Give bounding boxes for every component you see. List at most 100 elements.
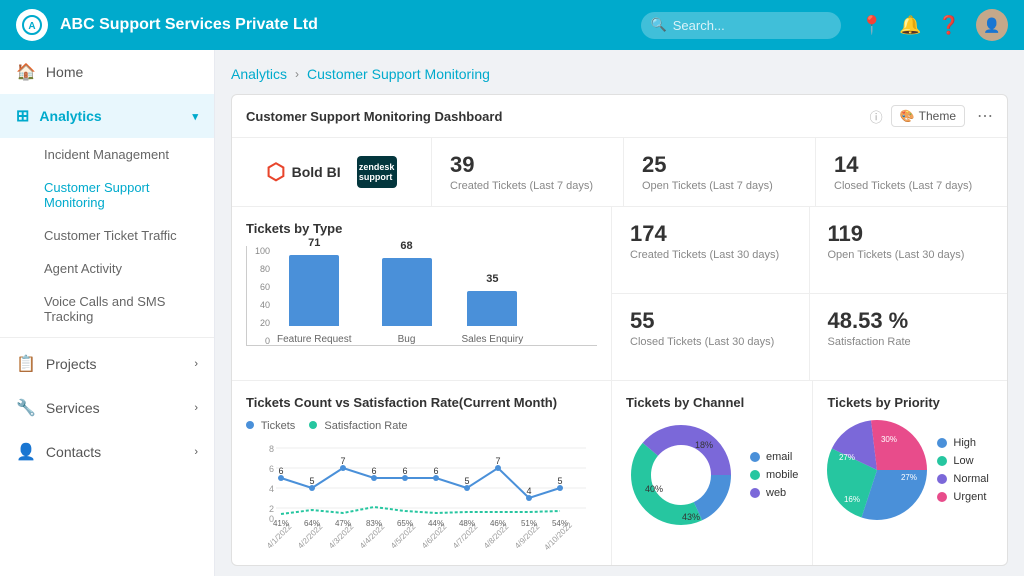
bar-label-sales: Sales Enquiry [462, 334, 524, 345]
bar-chart-area: Tickets by Type 100 80 60 40 20 0 [232, 207, 612, 380]
panel-title: Customer Support Monitoring Dashboard [246, 109, 862, 124]
sidebar-item-contacts[interactable]: 👤 Contacts › [0, 430, 214, 474]
stat-closed-30: 55 Closed Tickets (Last 30 days) [612, 294, 810, 380]
stat-number: 39 [450, 152, 605, 178]
panel-header: Customer Support Monitoring Dashboard ⓘ … [232, 95, 1007, 138]
chevron-right-icon3: › [194, 446, 198, 458]
line-chart-svg: 8 6 4 2 0 [246, 438, 591, 548]
bar-group-sales: 35 Sales Enquiry [462, 291, 524, 345]
svg-text:6: 6 [269, 464, 274, 474]
stat-created-7: 39 Created Tickets (Last 7 days) [432, 138, 624, 206]
svg-text:5: 5 [309, 476, 314, 486]
sidebar-item-incident[interactable]: Incident Management [44, 138, 214, 171]
bar-label-feature: Feature Request [277, 334, 352, 345]
svg-text:4: 4 [526, 486, 531, 496]
search-icon: 🔍 [651, 17, 667, 33]
svg-text:5: 5 [557, 476, 562, 486]
sidebar-item-csm[interactable]: Customer Support Monitoring [44, 171, 214, 219]
notification-icon[interactable]: 🔔 [899, 15, 921, 36]
chevron-down-icon: ▾ [192, 110, 198, 123]
sidebar-item-home[interactable]: 🏠 Home [0, 50, 214, 94]
bar-chart: 100 80 60 40 20 0 [246, 246, 597, 366]
high-legend-dot [937, 438, 947, 448]
sidebar-item-services[interactable]: 🔧 Services › [0, 386, 214, 430]
bar-val: 71 [308, 237, 320, 249]
stat-number: 48.53 % [828, 308, 990, 334]
svg-text:8: 8 [269, 444, 274, 454]
breadcrumb-analytics[interactable]: Analytics [231, 66, 287, 82]
stat-open-7: 25 Open Tickets (Last 7 days) [624, 138, 816, 206]
svg-text:6: 6 [433, 466, 438, 476]
email-legend-dot [750, 452, 760, 462]
line-chart-area: Tickets Count vs Satisfaction Rate(Curre… [232, 381, 612, 565]
donut-title: Tickets by Channel [626, 395, 798, 410]
sat-legend-item: Satisfaction Rate [309, 420, 407, 432]
sidebar-item-projects[interactable]: 📋 Projects › [0, 342, 214, 386]
bar-group-feature: 71 Feature Request [277, 255, 352, 345]
header-icons: 📍 🔔 ❓ 👤 [861, 9, 1008, 41]
stat-number: 14 [834, 152, 989, 178]
search-wrap: 🔍 [641, 12, 841, 39]
sidebar-item-vcs[interactable]: Voice Calls and SMS Tracking [44, 285, 214, 333]
stats-7days: 39 Created Tickets (Last 7 days) 25 Open… [432, 138, 1007, 206]
legend-email: email [750, 451, 798, 463]
sidebar-item-aa[interactable]: Agent Activity [44, 252, 214, 285]
svg-text:6: 6 [278, 466, 283, 476]
bar-group-bug: 68 Bug [382, 258, 432, 345]
pie-title: Tickets by Priority [827, 395, 993, 410]
chevron-right-icon: › [194, 358, 198, 370]
svg-text:44%: 44% [428, 519, 444, 528]
stat-label: Created Tickets (Last 30 days) [630, 249, 791, 261]
home-icon: 🏠 [16, 62, 36, 82]
sidebar-contacts-label: Contacts [46, 444, 101, 460]
sidebar-analytics-label: Analytics [39, 108, 101, 124]
stat-satisfaction: 48.53 % Satisfaction Rate [810, 294, 1008, 380]
line-legend: Tickets Satisfaction Rate [246, 420, 597, 432]
more-options-button[interactable]: ⋯ [977, 106, 993, 126]
stat-number: 55 [630, 308, 791, 334]
services-icon: 🔧 [16, 398, 36, 418]
stat-label: Closed Tickets (Last 30 days) [630, 336, 791, 348]
svg-text:7: 7 [495, 456, 500, 466]
svg-text:4: 4 [269, 484, 274, 494]
panel-body: ⬡ Bold BI zendesksupport 39 Created Ti [232, 138, 1007, 565]
sidebar-item-ctt[interactable]: Customer Ticket Traffic [44, 219, 214, 252]
stat-label: Closed Tickets (Last 7 days) [834, 180, 989, 192]
svg-text:40%: 40% [645, 484, 663, 494]
stat-closed-7: 14 Closed Tickets (Last 7 days) [816, 138, 1007, 206]
normal-legend-dot [937, 474, 947, 484]
contacts-icon: 👤 [16, 442, 36, 462]
legend-urgent: Urgent [937, 491, 988, 503]
projects-icon: 📋 [16, 354, 36, 374]
svg-text:46%: 46% [490, 519, 506, 528]
svg-text:47%: 47% [335, 519, 351, 528]
svg-text:48%: 48% [459, 519, 475, 528]
boldbi-icon: ⬡ [266, 159, 285, 185]
search-input[interactable] [641, 12, 841, 39]
svg-text:27%: 27% [839, 453, 855, 462]
sidebar-item-analytics[interactable]: ⊞ Analytics ▾ [0, 94, 214, 138]
donut-chart-area: Tickets by Channel 1 [612, 381, 813, 565]
y-axis: 100 80 60 40 20 0 [246, 246, 274, 346]
svg-text:54%: 54% [552, 519, 568, 528]
avatar[interactable]: 👤 [976, 9, 1008, 41]
help-icon[interactable]: ❓ [938, 15, 960, 36]
stat-created-30: 174 Created Tickets (Last 30 days) [612, 207, 810, 294]
app-title: ABC Support Services Private Ltd [60, 16, 629, 34]
stat-label: Satisfaction Rate [828, 336, 990, 348]
main-content: Analytics › Customer Support Monitoring … [215, 50, 1024, 576]
bottom-section: Tickets Count vs Satisfaction Rate(Curre… [232, 381, 1007, 565]
sidebar-projects-label: Projects [46, 356, 97, 372]
stat-open-30: 119 Open Tickets (Last 30 days) [810, 207, 1008, 294]
theme-button[interactable]: 🎨 Theme [891, 105, 965, 127]
y-tick: 40 [260, 300, 270, 310]
svg-text:16%: 16% [844, 495, 860, 504]
mobile-legend-dot [750, 470, 760, 480]
pie-wrap: 30% 27% 16% 27% High [827, 420, 993, 520]
boldbi-text: Bold BI [292, 164, 341, 180]
bar-val: 35 [486, 273, 498, 285]
svg-text:5: 5 [464, 476, 469, 486]
location-icon[interactable]: 📍 [861, 15, 883, 36]
tickets-legend-dot [246, 421, 254, 429]
layout: 🏠 Home ⊞ Analytics ▾ Incident Management… [0, 50, 1024, 576]
